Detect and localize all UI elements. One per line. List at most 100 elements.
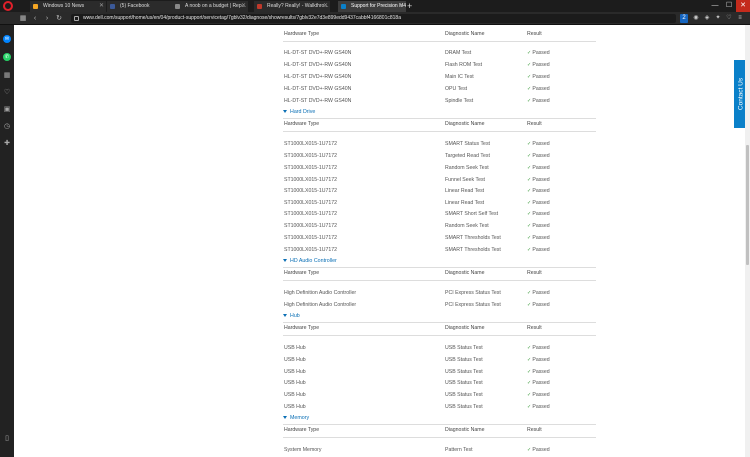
tab-4[interactable]: Really? Really! - Walkthro... ✕ [254,1,330,12]
forward-icon[interactable]: › [42,12,52,25]
heart-icon[interactable]: ♡ [725,14,733,23]
speed-dial-icon[interactable]: ▦ [18,12,28,25]
result-text: Passed [532,200,550,206]
table-row: System Memory Pattern Test ✓Passed [283,444,596,456]
history-icon[interactable]: ◷ [3,123,11,131]
url-text: www.dell.com/support/home/us/en/04/produ… [83,15,401,21]
result-cell: ✓Passed [527,162,550,174]
tab-3[interactable]: A noob on a budget | Rep... ✕ [172,1,248,12]
result-text: Passed [532,369,550,375]
header-result: Result [527,270,542,276]
check-icon: ✓ [527,447,532,453]
header-result: Result [527,121,542,127]
diagnostic-name-cell: OPU Test [445,86,468,92]
diagnostic-name-cell: Targeted Read Test [445,153,490,159]
sidebar-toggle-icon[interactable]: ▯ [3,435,11,443]
extension-badge[interactable]: 2 [680,14,688,23]
url-input[interactable]: www.dell.com/support/home/us/en/04/produ… [71,14,676,23]
result-cell: ✓Passed [527,444,550,456]
tab-label: Really? Really! - Walkthro... [267,3,329,9]
whatsapp-icon[interactable]: ✆ [3,53,11,61]
tab-close-icon[interactable]: ✕ [241,1,246,12]
check-icon: ✓ [527,345,532,351]
tab-5[interactable]: Support for Precision M4... ✕ [338,1,406,12]
table-row: USB Hub USB Status Test ✓Passed [283,389,596,401]
section-toggle[interactable]: Hard Drive [283,107,315,117]
header-hardware-type: Hardware Type [284,270,320,276]
table-header: Hardware Type Diagnostic Name Result [283,28,596,40]
diagnostic-name-cell: Pattern Test [445,447,473,453]
section-title: Memory [290,415,310,421]
check-icon: ✓ [527,392,532,398]
header-hardware-type: Hardware Type [284,121,320,127]
diagnostic-name-cell: USB Status Test [445,380,483,386]
result-text: Passed [532,153,550,159]
result-text: Passed [532,345,550,351]
diagnostic-name-cell: Linear Read Test [445,188,485,194]
tab-favicon-icon [33,4,38,9]
section-toggle[interactable]: Hub [283,311,300,321]
diagnostic-name-cell: SMART Thresholds Test [445,235,501,241]
vpn-icon[interactable]: ◉ [692,14,700,23]
result-text: Passed [532,357,550,363]
tab-1[interactable]: Windows 10 News ✕ [30,1,106,12]
tab-close-icon[interactable]: ✕ [323,1,328,12]
extensions-icon[interactable]: ✚ [3,140,11,148]
table-row: HL-DT-ST DVD+-RW GS40N Main IC Test ✓Passe… [283,71,596,83]
table-row: High Definition Audio Controller PCI Expr… [283,299,596,311]
result-text: Passed [532,50,550,56]
result-text: Passed [532,302,550,308]
header-diagnostic-name: Diagnostic Name [445,427,485,433]
back-icon[interactable]: ‹ [30,12,40,25]
bookmarks-icon[interactable]: ♡ [3,89,11,97]
close-window-icon[interactable]: ✕ [736,0,750,12]
table-row: ST1000LX015-1U7172 Random Seek Test ✓Passe… [283,220,596,232]
tab-favicon-icon [110,4,115,9]
new-tab-icon[interactable]: + [407,0,412,12]
tab-close-icon[interactable]: ✕ [399,1,404,12]
result-cell: ✓Passed [527,71,550,83]
extension-icon[interactable]: ✦ [714,14,722,23]
caret-down-icon [283,416,287,420]
result-text: Passed [532,392,550,398]
scroll-thumb[interactable] [746,145,749,265]
table-row: HL-DT-ST DVD+-RW GS40N DRAM Test ✓Passed [283,47,596,59]
reload-icon[interactable]: ↻ [54,12,64,25]
secure-lock-icon [74,16,79,21]
check-icon: ✓ [527,404,532,410]
divider [283,335,596,336]
table-row: HL-DT-ST DVD+-RW GS40N Flash ROM Test ✓Pas… [283,59,596,71]
result-text: Passed [532,211,550,217]
table-row: High Definition Audio Controller PCI Expr… [283,287,596,299]
opera-logo-icon[interactable] [3,1,13,11]
minimize-icon[interactable]: — [708,0,722,12]
table-header: Hardware Type Diagnostic Name Result [283,267,596,279]
snapshot-icon[interactable]: ▣ [3,106,11,114]
result-text: Passed [532,223,550,229]
grid-icon[interactable]: ▦ [3,72,11,80]
tracker-icon[interactable]: ◈ [703,14,711,23]
diagnostic-name-cell: USB Status Test [445,345,483,351]
section-toggle[interactable]: HD Audio Controller [283,256,337,266]
check-icon: ✓ [527,62,532,68]
table-row: HL-DT-ST DVD+-RW GS40N OPU Test ✓Passed [283,83,596,95]
diagnostic-name-cell: SMART Short Self Test [445,211,499,217]
table-header: Hardware Type Diagnostic Name Result [283,118,596,130]
divider [283,280,596,281]
check-icon: ✓ [527,357,532,363]
tab-close-icon[interactable]: ✕ [99,1,104,12]
messenger-icon[interactable]: ✉ [3,35,11,43]
table-row: ST1000LX015-1U7172 SMART Thresholds Test ✓… [283,244,596,256]
result-text: Passed [532,404,550,410]
hardware-type-cell: ST1000LX015-1U7172 [284,223,338,229]
divider [283,131,596,132]
diagnostic-name-cell: Main IC Test [445,74,474,80]
hardware-type-cell: ST1000LX015-1U7172 [284,153,338,159]
menu-icon[interactable]: ≡ [736,14,744,23]
scrollbar[interactable] [745,25,750,457]
result-text: Passed [532,290,550,296]
check-icon: ✓ [527,188,532,194]
section-toggle[interactable]: Memory [283,413,309,423]
table-row: ST1000LX015-1U7172 Targeted Read Test ✓Pas… [283,150,596,162]
maximize-icon[interactable]: ☐ [722,0,736,12]
